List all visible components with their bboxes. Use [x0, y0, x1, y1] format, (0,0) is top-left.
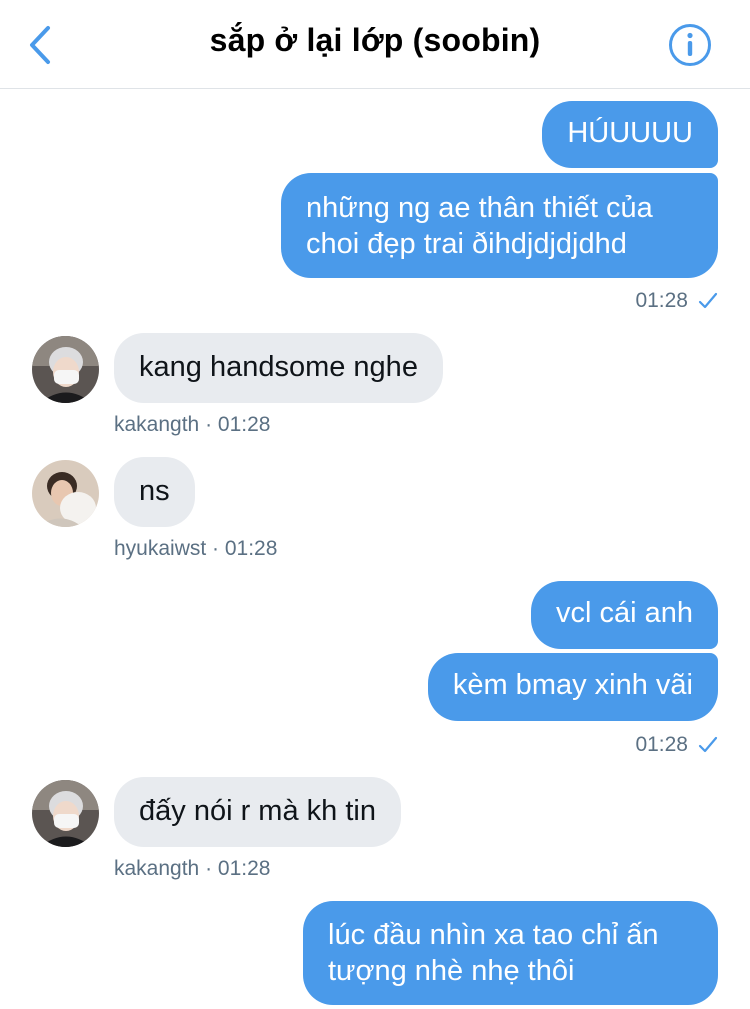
message-time: 01:28 [635, 733, 688, 756]
message-bubble-incoming[interactable]: kang handsome nghe [114, 333, 443, 403]
avatar[interactable] [32, 780, 99, 847]
message-meta: 01:28 [635, 733, 718, 757]
message-meta: kakangth · 01:28 [114, 857, 271, 880]
avatar[interactable] [32, 336, 99, 403]
back-button[interactable] [22, 22, 62, 68]
message-bubble-outgoing[interactable]: HÚUUUU [542, 101, 718, 168]
checkmark-icon [698, 736, 718, 753]
message-meta: hyukaiwst · 01:28 [114, 537, 278, 560]
chevron-left-icon [30, 26, 50, 64]
message-bubble-outgoing[interactable]: lúc đầu nhìn xa tao chỉ ấn tượng nhè nhẹ… [303, 901, 718, 1005]
info-icon [669, 24, 711, 66]
message-time: 01:28 [635, 289, 688, 312]
message-bubble-outgoing[interactable]: những ng ae thân thiết của choi đẹp trai… [281, 173, 718, 278]
avatar[interactable] [32, 460, 99, 527]
message-bubble-outgoing[interactable]: kèm bmay xinh vãi [427, 653, 718, 721]
message-bubble-incoming[interactable]: đấy nói r mà kh tin [114, 777, 401, 847]
message-meta: 01:28 [635, 289, 718, 313]
message-bubble-outgoing[interactable]: vcl cái anh [530, 581, 718, 649]
message-bubble-incoming[interactable]: ns [114, 457, 195, 527]
checkmark-icon [698, 292, 718, 309]
conversation-header: sắp ở lại lớp (soobin) [0, 0, 750, 89]
conversation-title: sắp ở lại lớp (soobin) [209, 22, 541, 58]
message-meta: kakangth · 01:28 [114, 413, 271, 436]
info-button[interactable] [668, 23, 712, 67]
